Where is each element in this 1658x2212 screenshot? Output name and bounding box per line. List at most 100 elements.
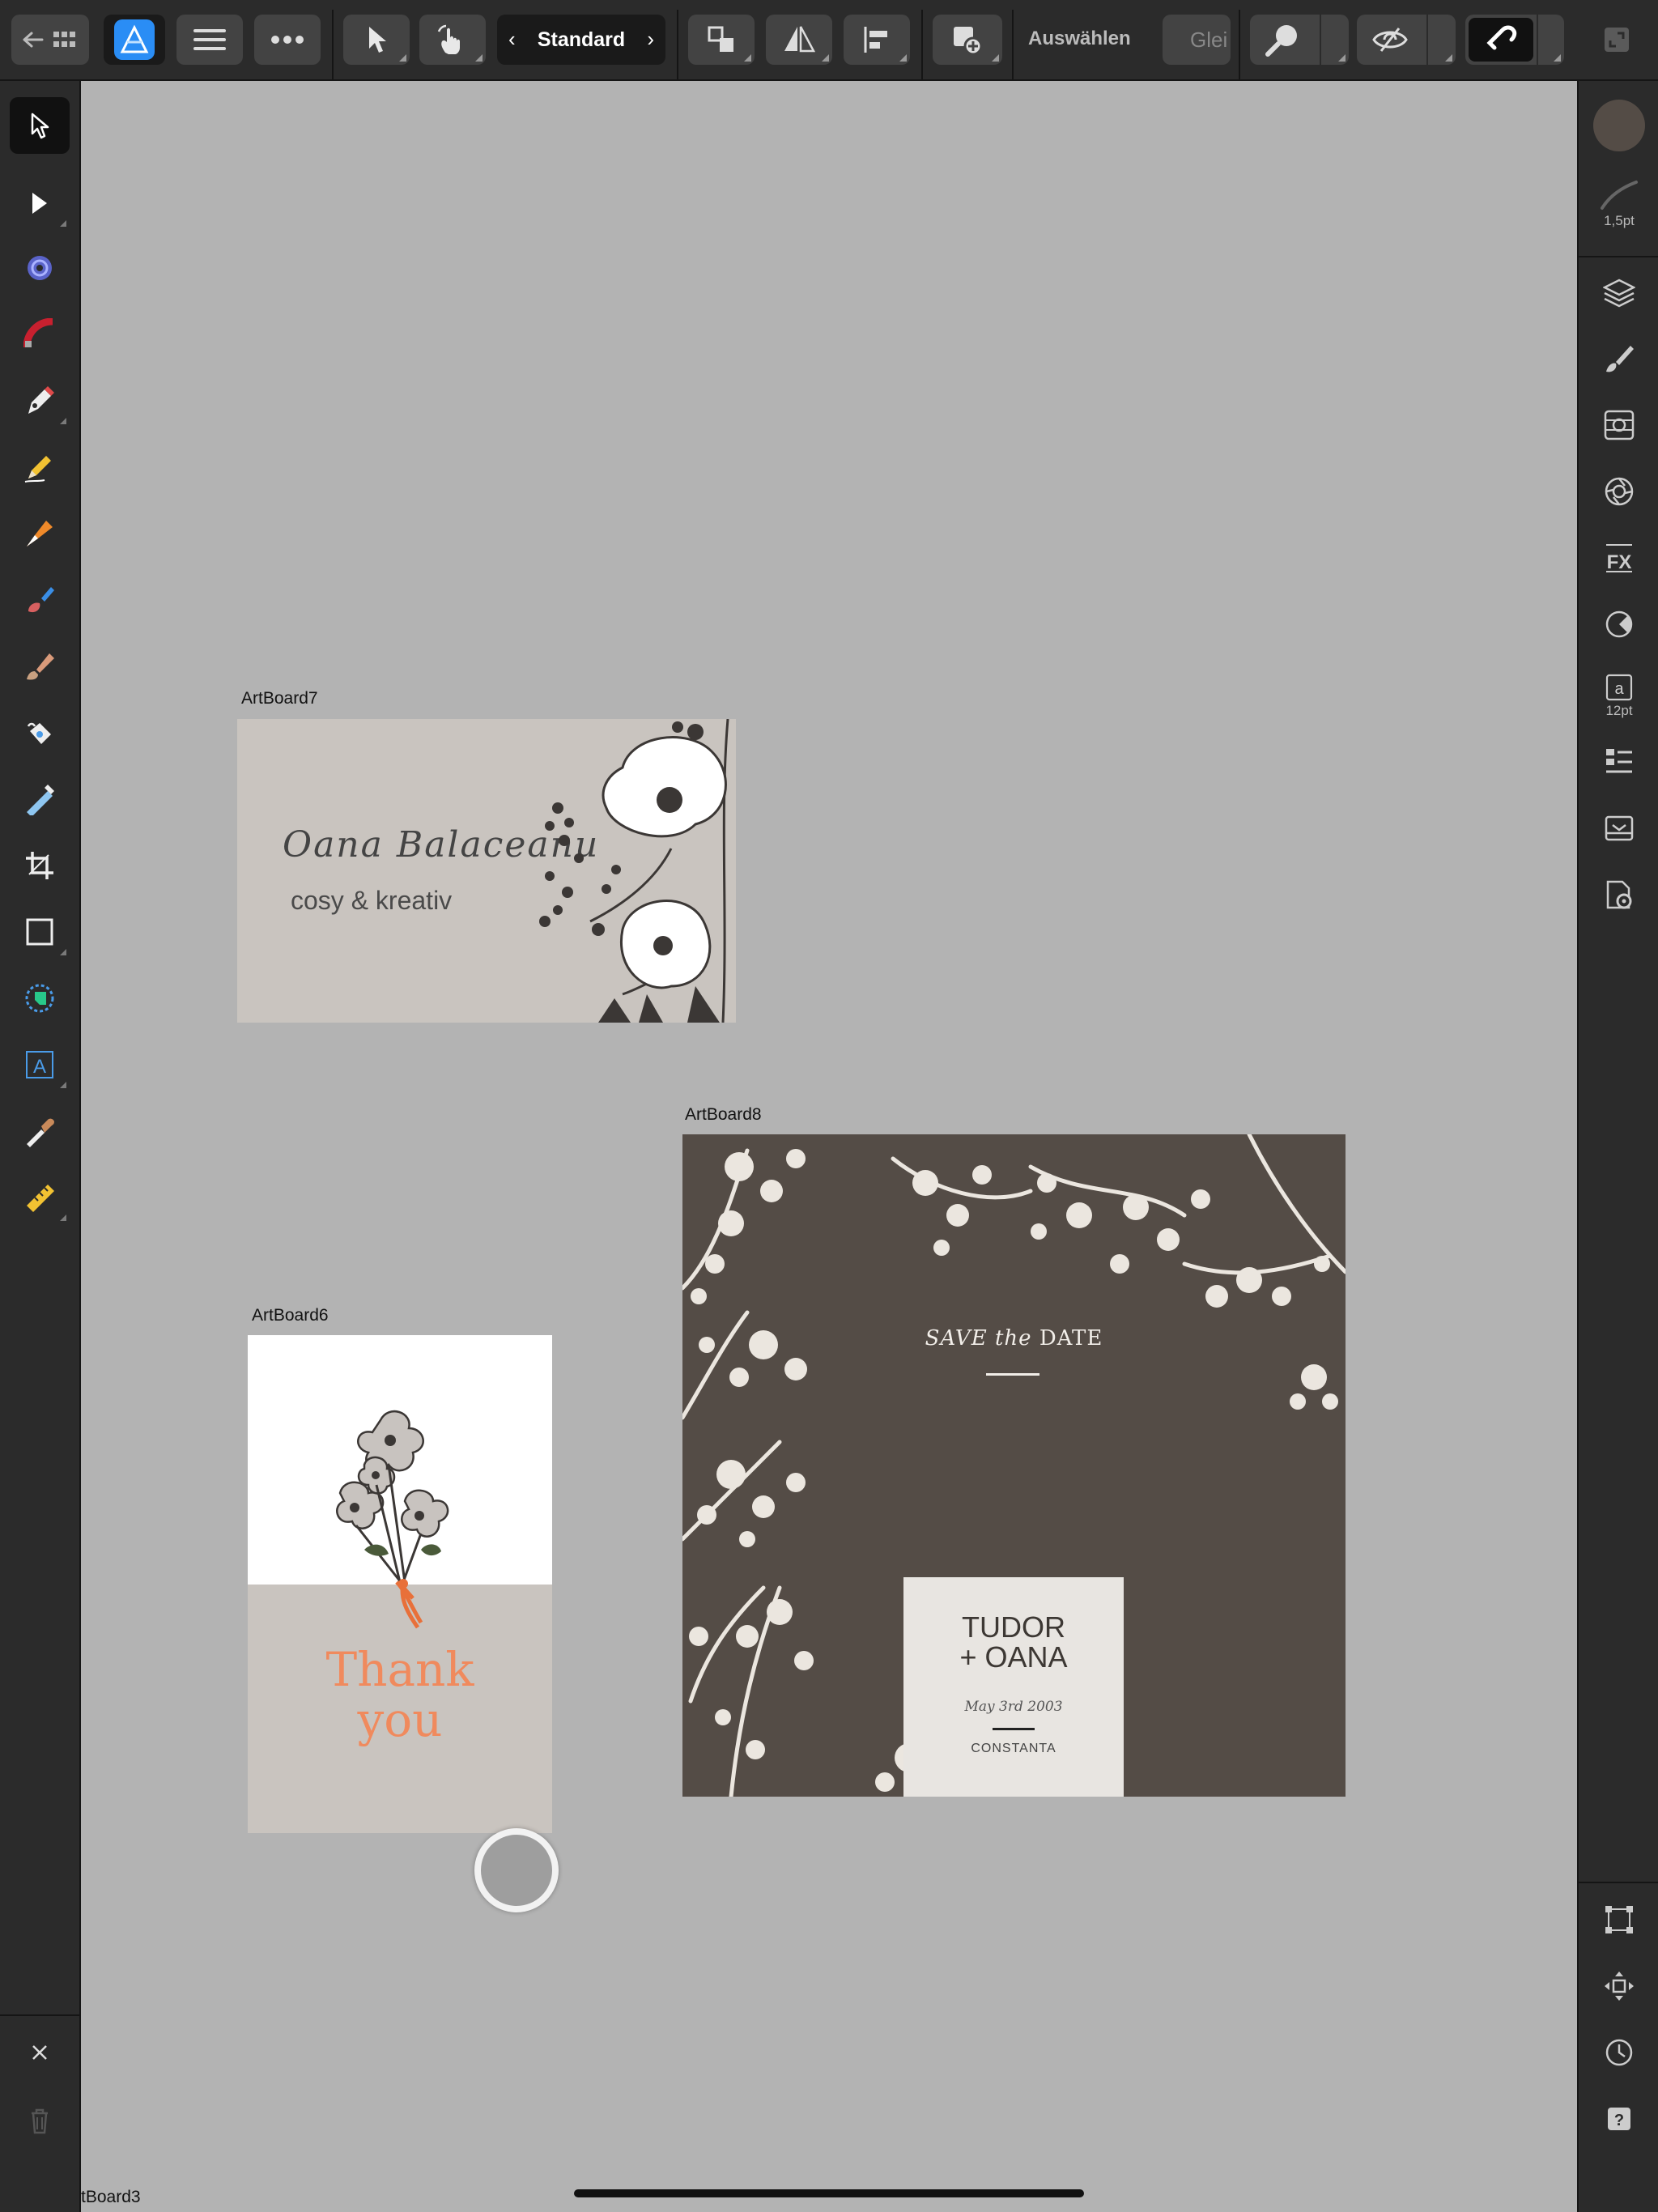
toolbar-separator xyxy=(332,10,334,79)
text-styles-studio-button[interactable] xyxy=(1590,734,1648,790)
artboard-label[interactable]: ArtBoard8 xyxy=(685,1105,762,1125)
crop-tool[interactable] xyxy=(10,837,70,894)
color-studio-button[interactable] xyxy=(1590,596,1648,653)
assistive-touch-inner xyxy=(481,1835,552,1906)
artistic-text-tool[interactable]: A xyxy=(10,1036,70,1093)
toolbar-separator xyxy=(921,10,923,79)
view-mode-button[interactable] xyxy=(1357,15,1456,65)
stroke-icon xyxy=(1601,181,1638,210)
appearance-studio-button[interactable] xyxy=(1590,463,1648,520)
back-grid-icon xyxy=(23,32,75,48)
fill-brush-icon xyxy=(28,587,54,613)
layers-studio-button[interactable] xyxy=(1590,264,1648,321)
studio-panel: 1,5pt FX a 12pt ? xyxy=(1577,81,1658,2212)
artboard-label[interactable]: ArtBoard7 xyxy=(241,689,318,708)
paint-bucket-icon xyxy=(27,722,51,744)
back-to-documents-button[interactable] xyxy=(11,15,89,65)
pencil-tool[interactable] xyxy=(10,439,70,496)
mode-prev-icon[interactable]: ‹ xyxy=(508,27,516,52)
menu-button[interactable] xyxy=(176,15,243,65)
help-button[interactable]: ? xyxy=(1590,2091,1648,2147)
point-transform-tool[interactable] xyxy=(10,306,70,363)
artboard-6[interactable]: Thank you xyxy=(248,1335,552,1833)
heading-underline xyxy=(986,1373,1039,1376)
paint-brush-tool[interactable] xyxy=(10,638,70,695)
assistive-touch-button[interactable] xyxy=(474,1828,559,1912)
fullscreen-button[interactable] xyxy=(1603,26,1632,55)
pencil-icon xyxy=(24,456,51,483)
font-size-label: 12pt xyxy=(1605,703,1633,718)
touch-gesture-button[interactable] xyxy=(419,15,486,65)
fullscreen-icon xyxy=(1605,28,1629,52)
fill-bucket-tool[interactable] xyxy=(10,704,70,761)
artboard-label[interactable]: tBoard3 xyxy=(81,2188,141,2207)
poppy-flowers-illustration xyxy=(539,719,729,1023)
artboard-label[interactable]: ArtBoard6 xyxy=(252,1306,329,1325)
view-divider xyxy=(1426,15,1428,65)
mode-selector[interactable]: ‹ Standard › xyxy=(497,15,665,65)
stroke-width-control[interactable]: 1,5pt xyxy=(1590,165,1648,243)
measure-tool[interactable] xyxy=(10,1169,70,1226)
svg-text:A: A xyxy=(33,1056,46,1078)
home-indicator[interactable] xyxy=(574,2189,1084,2197)
svg-text:?: ? xyxy=(1614,2112,1624,2129)
brushes-studio-button[interactable] xyxy=(1590,330,1648,387)
color-picker-tool[interactable] xyxy=(10,1103,70,1159)
stroke-width-label: 1,5pt xyxy=(1604,213,1635,228)
top-toolbar: ‹ Standard › Auswählen Glei xyxy=(0,0,1658,81)
node-tool[interactable] xyxy=(10,175,70,232)
date-word-label: DATE xyxy=(1039,1326,1103,1351)
move-arrows-icon xyxy=(1605,1972,1634,2001)
close-selection-button[interactable] xyxy=(10,2024,70,2081)
mode-next-icon[interactable]: › xyxy=(647,27,654,52)
snapping-toggle-button[interactable] xyxy=(1465,15,1564,65)
align-button[interactable] xyxy=(844,15,910,65)
invitation-card: TUDOR + OANA May 3rd 2003 CONSTANTA xyxy=(903,1577,1124,1797)
transparency-studio-button[interactable] xyxy=(1590,397,1648,453)
equal-spacing-button[interactable]: Glei xyxy=(1163,15,1231,65)
gradient-tool[interactable] xyxy=(10,771,70,827)
save-the-label: SAVE the xyxy=(925,1326,1032,1351)
align-left-icon xyxy=(864,27,887,53)
couple-names-line2: + OANA xyxy=(959,1640,1068,1674)
vector-brush-tool[interactable] xyxy=(10,505,70,562)
more-button[interactable] xyxy=(254,15,321,65)
history-studio-button[interactable] xyxy=(1590,2024,1648,2081)
snapping-search-button[interactable] xyxy=(1250,15,1349,65)
delete-button[interactable] xyxy=(10,2092,70,2149)
character-studio-button[interactable]: a 12pt xyxy=(1590,662,1648,730)
fx-icon: FX xyxy=(1606,544,1632,573)
magnifier-icon xyxy=(1265,25,1297,57)
shape-builder-tool[interactable] xyxy=(10,970,70,1027)
toolbar-separator xyxy=(1239,10,1240,79)
tools-panel: A xyxy=(0,81,81,2212)
selection-mode-button[interactable] xyxy=(343,15,410,65)
boolean-add-button[interactable] xyxy=(933,15,1002,65)
flip-button[interactable] xyxy=(766,15,832,65)
aperture-icon xyxy=(1605,477,1634,506)
effects-studio-button[interactable]: FX xyxy=(1590,530,1648,586)
transform-studio-button[interactable] xyxy=(1590,1891,1648,1948)
affinity-designer-icon xyxy=(114,19,155,60)
rectangle-tool[interactable] xyxy=(10,904,70,960)
artboard-8[interactable]: SAVE the DATE TUDOR + OANA May 3rd 2003 … xyxy=(682,1134,1346,1797)
color-wheel-icon xyxy=(1605,610,1633,638)
left-panel-divider xyxy=(0,2014,79,2016)
arrange-button[interactable] xyxy=(688,15,755,65)
corner-tool[interactable] xyxy=(10,240,70,296)
transform-box-icon xyxy=(1605,1906,1633,1933)
select-menu-button[interactable]: Auswählen xyxy=(1028,28,1131,50)
document-settings-button[interactable] xyxy=(1590,866,1648,923)
snapping-divider xyxy=(1320,15,1321,65)
help-icon: ? xyxy=(1608,2108,1630,2130)
shape-add-icon xyxy=(954,27,983,55)
move-tool[interactable] xyxy=(10,97,70,154)
color-well[interactable] xyxy=(1590,97,1648,154)
fill-tool[interactable] xyxy=(10,572,70,628)
designer-persona-button[interactable] xyxy=(104,15,165,65)
navigator-studio-button[interactable] xyxy=(1590,1958,1648,2014)
artboard-7[interactable]: Oana Balaceanu cosy & kreativ xyxy=(237,719,736,1023)
assets-studio-button[interactable] xyxy=(1590,800,1648,857)
pen-tool[interactable] xyxy=(10,372,70,429)
layers-icon xyxy=(1603,279,1635,308)
